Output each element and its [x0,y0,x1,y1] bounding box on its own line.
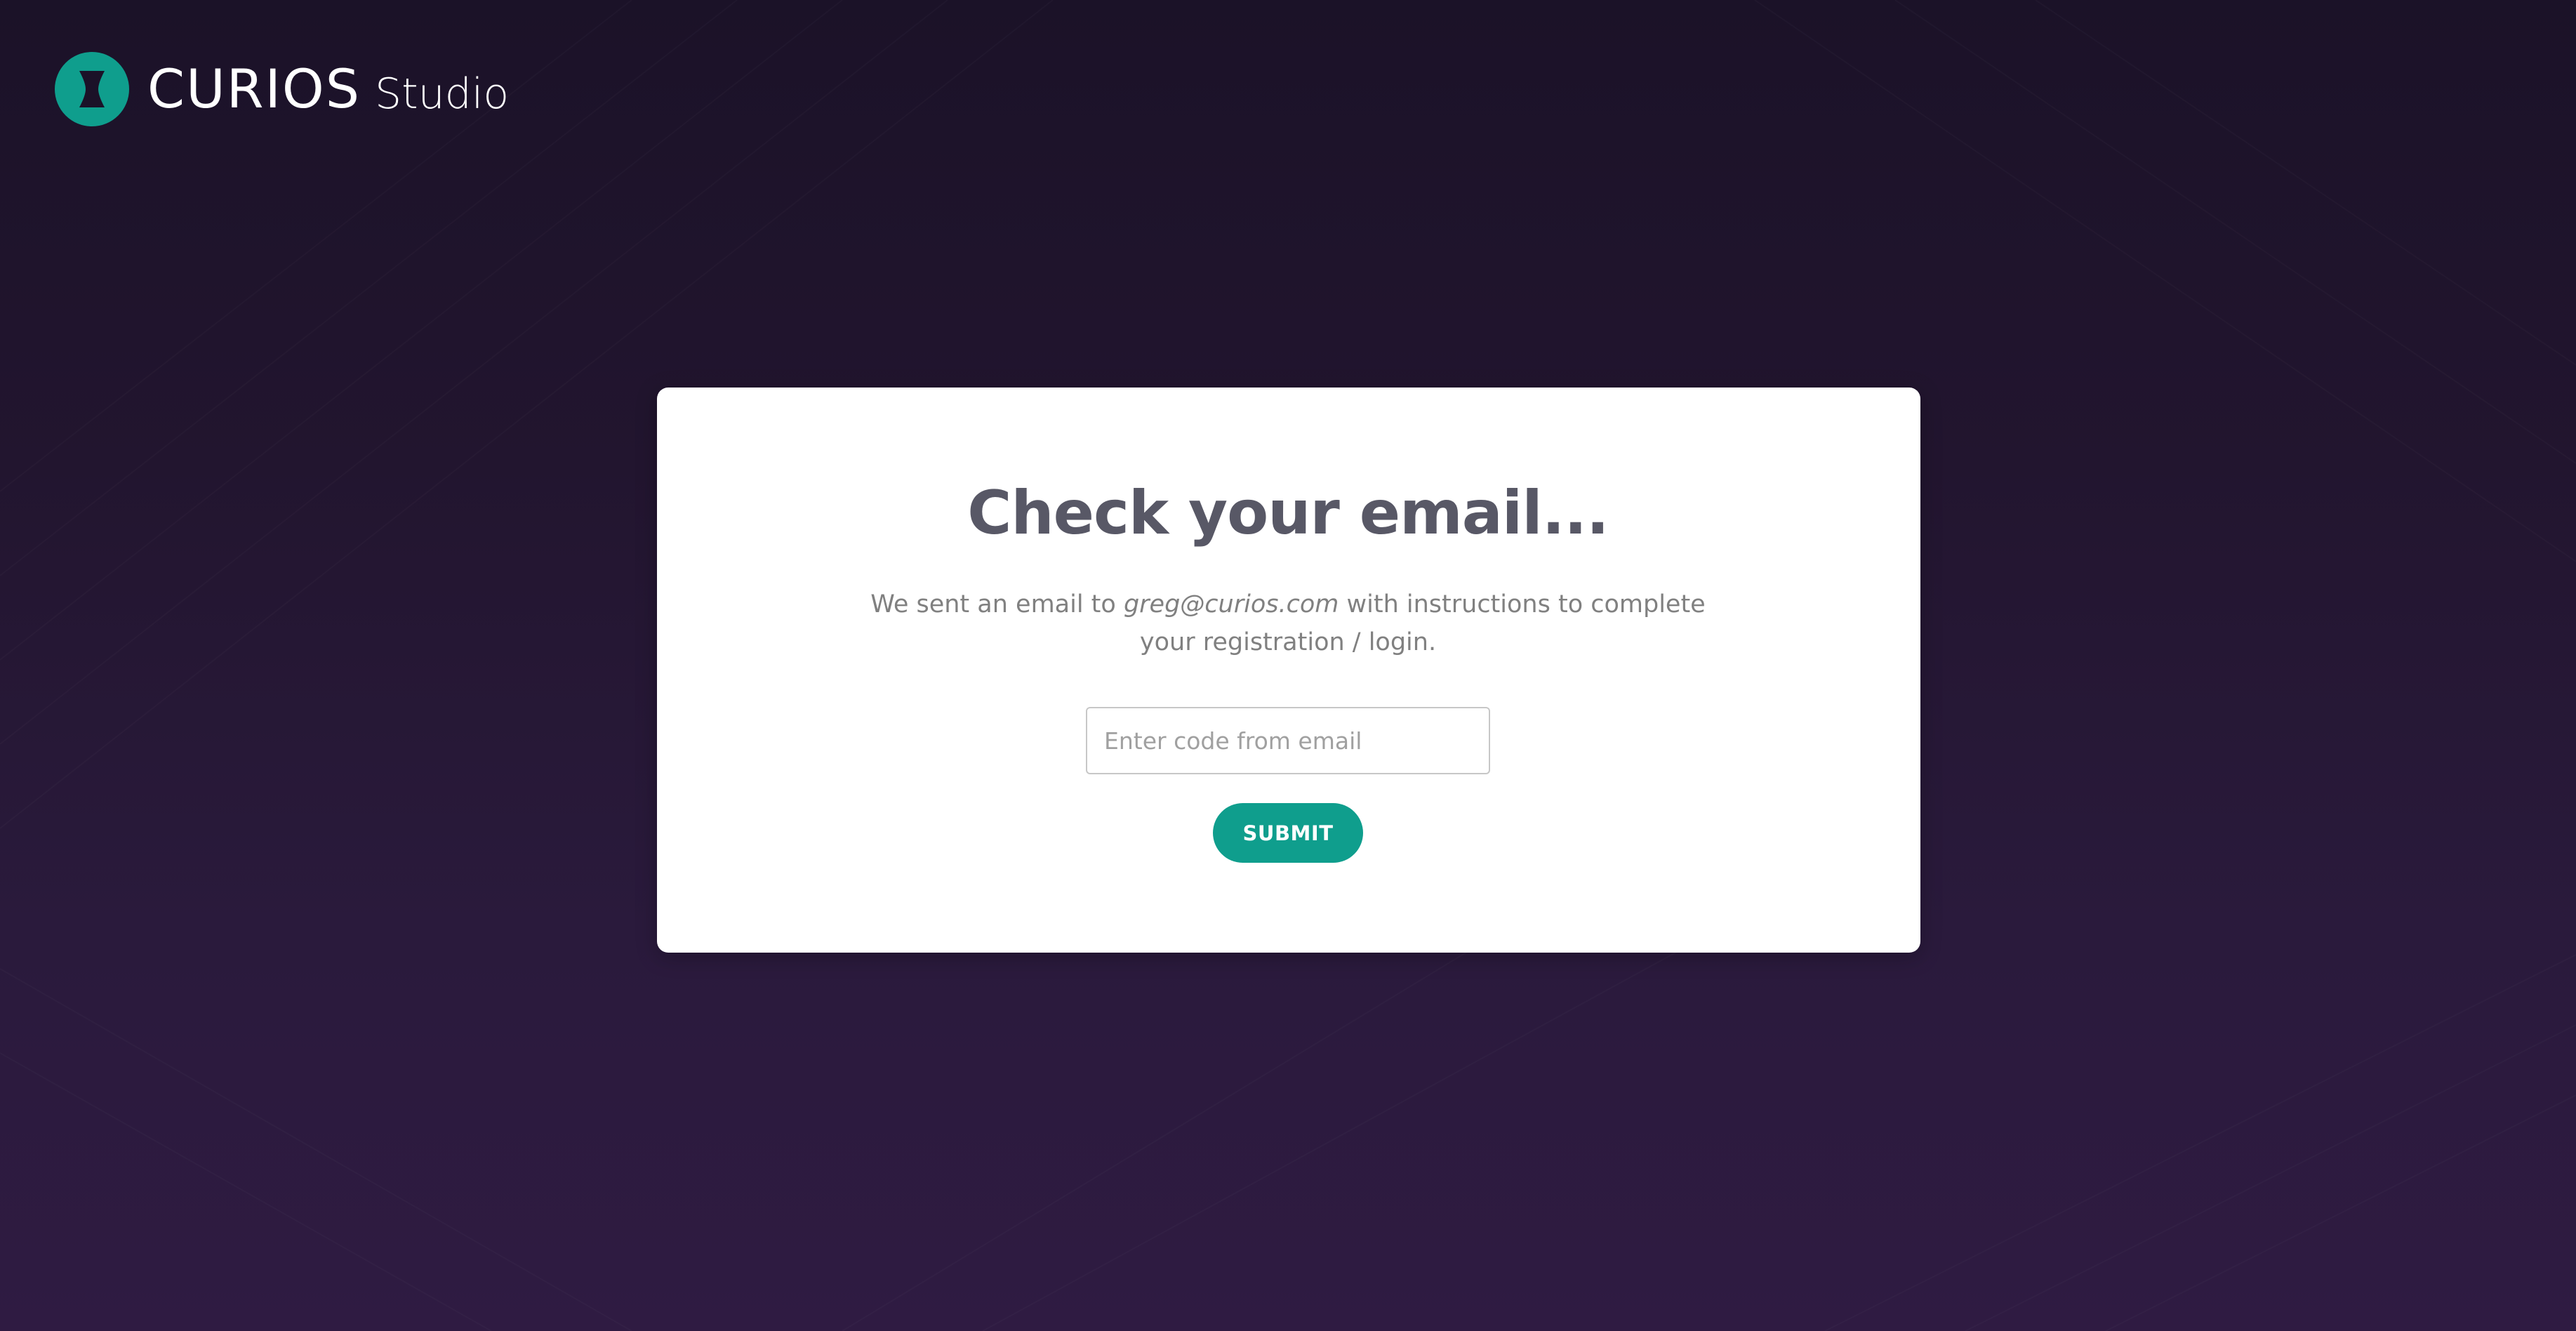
email-address: greg@curios.com [1123,590,1339,618]
instruction-text: We sent an email to greg@curios.com with… [870,585,1706,661]
message-prefix: We sent an email to [870,590,1124,618]
brand-name: CURIOS [147,58,361,120]
submit-button[interactable]: SUBMIT [1213,803,1363,863]
email-code-input[interactable] [1086,707,1490,774]
page-title: Check your email... [967,478,1609,548]
curios-logo-icon [55,52,129,126]
verification-card [657,388,1920,953]
brand-logo[interactable]: CURIOS Studio [55,52,509,126]
brand-product: Studio [374,69,510,119]
